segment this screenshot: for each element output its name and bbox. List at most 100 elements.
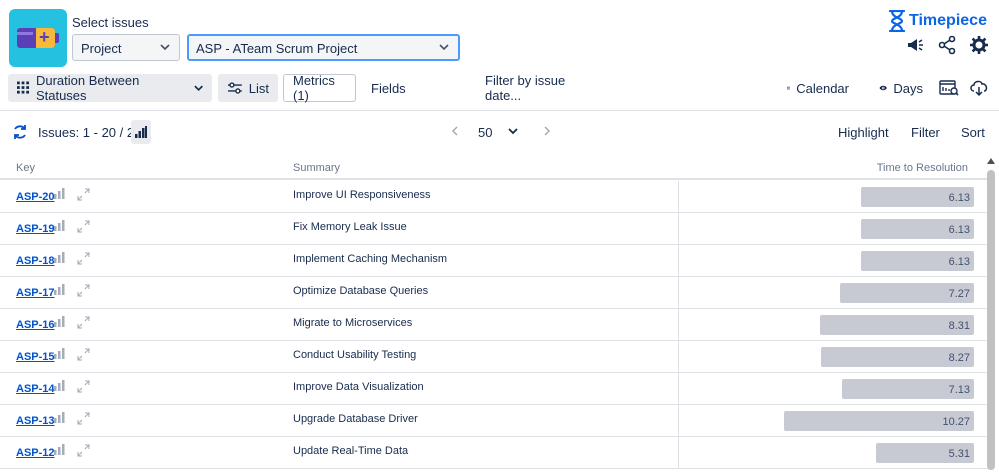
sliders-icon <box>227 82 242 94</box>
chevron-down-icon[interactable] <box>508 126 518 136</box>
expand-icon[interactable] <box>77 380 90 393</box>
signal-bars-icon[interactable] <box>54 411 66 423</box>
metrics-button[interactable]: Metrics (1) <box>283 73 356 103</box>
expand-icon[interactable] <box>77 252 90 265</box>
gear-icon[interactable] <box>969 35 989 55</box>
signal-bars-icon[interactable] <box>54 443 66 455</box>
column-divider <box>678 341 679 373</box>
column-header-summary[interactable]: Summary <box>293 162 340 174</box>
column-divider <box>678 181 679 213</box>
table-row: ASP-16 Migrate to Microservices 8.31 <box>0 309 990 341</box>
expand-icon[interactable] <box>77 284 90 297</box>
chart-toggle-button[interactable] <box>131 120 151 144</box>
filter-by-issue-date-button[interactable]: Filter by issue date... <box>476 73 606 103</box>
project-select-dropdown[interactable]: ASP - ATeam Scrum Project <box>187 34 460 61</box>
signal-bars-icon[interactable] <box>54 251 66 263</box>
table-row: ASP-15 Conduct Usability Testing 8.27 <box>0 341 990 373</box>
column-divider <box>678 277 679 309</box>
issue-summary: Fix Memory Leak Issue <box>293 221 407 233</box>
issue-key-link[interactable]: ASP-14 <box>16 383 55 395</box>
column-header-key[interactable]: Key <box>16 162 35 174</box>
bar-chart-icon <box>135 126 147 138</box>
table-row: ASP-19 Fix Memory Leak Issue 6.13 <box>0 213 990 245</box>
project-type-value: Project <box>81 41 122 56</box>
issue-key-link[interactable]: ASP-16 <box>16 319 55 331</box>
issue-key-link[interactable]: ASP-15 <box>16 351 55 363</box>
issue-summary: Improve Data Visualization <box>293 381 424 393</box>
project-select-value: ASP - ATeam Scrum Project <box>196 41 358 56</box>
toolbar-divider <box>0 110 999 111</box>
expand-icon[interactable] <box>77 444 90 457</box>
scroll-up-arrow-icon[interactable] <box>987 158 995 164</box>
duration-value: 10.27 <box>942 416 970 428</box>
issue-summary: Optimize Database Queries <box>293 285 429 297</box>
project-type-dropdown[interactable]: Project <box>72 34 180 61</box>
duration-value: 8.31 <box>948 320 970 332</box>
report-type-dropdown[interactable]: Duration Between Statuses <box>8 73 212 103</box>
list-view-label: List <box>248 80 269 96</box>
expand-icon[interactable] <box>77 220 90 233</box>
expand-icon[interactable] <box>77 316 90 329</box>
duration-value: 7.13 <box>948 384 970 396</box>
battery-stripe <box>17 32 33 35</box>
chevron-left-icon[interactable] <box>449 124 461 138</box>
scrollbar-thumb[interactable] <box>987 170 995 470</box>
megaphone-icon[interactable] <box>905 35 925 55</box>
table-row: ASP-12 Update Real-Time Data 5.31 <box>0 437 990 469</box>
export-view-button[interactable] <box>935 74 963 102</box>
issue-key-link[interactable]: ASP-13 <box>16 415 55 427</box>
issue-summary: Update Real-Time Data <box>293 445 409 457</box>
column-divider <box>678 245 679 277</box>
issue-summary: Conduct Usability Testing <box>293 349 417 361</box>
issue-key-link[interactable]: ASP-17 <box>16 287 55 299</box>
duration-value: 7.27 <box>948 288 970 300</box>
signal-bars-icon[interactable] <box>54 283 66 295</box>
signal-bars-icon[interactable] <box>54 315 66 327</box>
signal-bars-icon[interactable] <box>54 187 66 199</box>
issue-key-link[interactable]: ASP-19 <box>16 223 55 235</box>
fields-label: Fields <box>371 80 406 96</box>
cloud-download-icon <box>970 80 988 97</box>
calendar-button[interactable]: Calendar <box>778 74 858 102</box>
issue-summary: Implement Caching Mechanism <box>293 253 448 265</box>
refresh-icon[interactable] <box>12 124 28 140</box>
table-row: ASP-14 Improve Data Visualization 7.13 <box>0 373 990 405</box>
brand-name: Timepiece <box>909 12 987 29</box>
chevron-right-icon[interactable] <box>541 124 553 138</box>
column-header-time-to-resolution[interactable]: Time to Resolution <box>877 162 968 174</box>
days-label: Days <box>893 80 923 96</box>
highlight-button[interactable]: Highlight <box>838 125 889 140</box>
signal-bars-icon[interactable] <box>54 219 66 231</box>
duration-value: 8.27 <box>948 352 970 364</box>
table-scrollbar[interactable] <box>987 158 995 472</box>
issue-key-link[interactable]: ASP-12 <box>16 447 55 459</box>
report-search-icon <box>939 80 959 96</box>
share-icon[interactable] <box>937 35 957 55</box>
table-header: Key Summary Time to Resolution <box>0 158 990 180</box>
metrics-label: Metrics (1) <box>293 73 335 103</box>
issue-key-link[interactable]: ASP-18 <box>16 255 55 267</box>
page-size-value[interactable]: 50 <box>478 125 492 140</box>
list-view-button[interactable]: List <box>218 74 278 102</box>
toolbar: Duration Between Statuses List Metrics (… <box>0 73 999 104</box>
report-type-label: Duration Between Statuses <box>35 73 140 103</box>
table-row: ASP-13 Upgrade Database Driver 10.27 <box>0 405 990 437</box>
chevron-down-icon <box>439 44 449 51</box>
signal-bars-icon[interactable] <box>54 379 66 391</box>
fields-button[interactable]: Fields <box>362 74 412 102</box>
filter-button[interactable]: Filter <box>911 125 940 140</box>
duration-value: 6.13 <box>948 192 970 204</box>
expand-icon[interactable] <box>77 188 90 201</box>
cloud-download-button[interactable] <box>965 74 993 102</box>
column-divider <box>678 309 679 341</box>
plus-icon: + <box>39 27 50 47</box>
chevron-down-icon <box>160 44 170 51</box>
app-logo: + <box>9 9 67 67</box>
expand-icon[interactable] <box>77 412 90 425</box>
expand-icon[interactable] <box>77 348 90 361</box>
issues-count: Issues: 1 - 20 / 20 <box>38 125 142 140</box>
issue-key-link[interactable]: ASP-20 <box>16 191 55 203</box>
sort-button[interactable]: Sort <box>961 125 985 140</box>
signal-bars-icon[interactable] <box>54 347 66 359</box>
days-button[interactable]: Days <box>870 74 932 102</box>
